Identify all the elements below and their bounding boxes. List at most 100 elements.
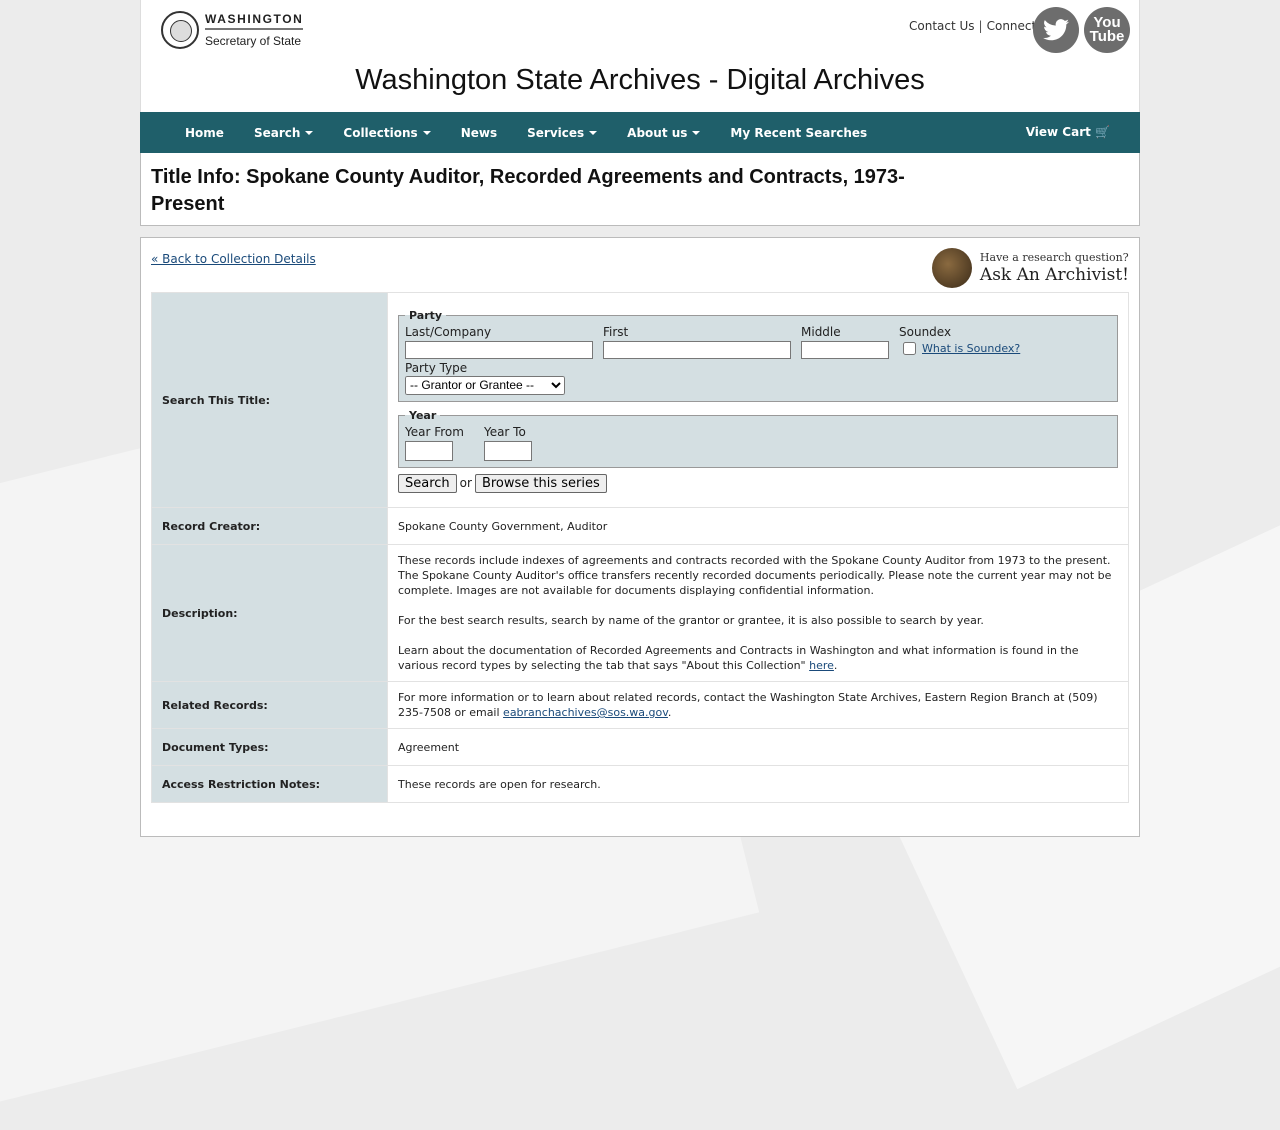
logo-secretary: Secretary of State xyxy=(205,34,302,48)
nav-items: Home Search Collections News Services Ab… xyxy=(185,126,897,140)
nav-about-label: About us xyxy=(627,125,688,140)
year-row: Year From Year To xyxy=(405,425,1111,461)
first-col: First xyxy=(603,325,791,359)
access-restriction-value: These records are open for research. xyxy=(387,765,1129,803)
nav-collections-label: Collections xyxy=(343,125,418,140)
middle-name-input[interactable] xyxy=(801,340,889,359)
twitter-icon[interactable] xyxy=(1033,7,1079,53)
nav-news[interactable]: News xyxy=(461,126,497,140)
main-content: « Back to Collection Details Have a rese… xyxy=(140,237,1140,837)
browse-series-button[interactable]: Browse this series xyxy=(474,473,607,493)
nav-recent-searches[interactable]: My Recent Searches xyxy=(730,126,867,140)
nav-recent-label: My Recent Searches xyxy=(730,125,868,140)
year-from-label: Year From xyxy=(405,424,464,439)
description-paragraph-1: These records include indexes of agreeme… xyxy=(398,554,1112,597)
site-header: WASHINGTON Secretary of State Contact Us… xyxy=(140,0,1140,112)
description-value: These records include indexes of agreeme… xyxy=(387,544,1129,682)
archivist-ask: Ask An Archivist! xyxy=(979,265,1129,285)
sos-logo[interactable]: WASHINGTON Secretary of State xyxy=(161,11,304,49)
last-label: Last/Company xyxy=(405,324,492,339)
here-link[interactable]: here xyxy=(809,659,834,672)
description-label: Description: xyxy=(151,544,388,682)
top-links: Contact Us | Connect: xyxy=(909,19,1040,33)
archive-books-icon xyxy=(931,248,972,288)
search-title-label: Search This Title: xyxy=(151,292,388,508)
page-title: Title Info: Spokane County Auditor, Reco… xyxy=(151,166,905,215)
caret-down-icon xyxy=(422,131,431,135)
table-row: Search This Title: Party Last/Company Fi… xyxy=(151,292,1129,508)
year-from-col: Year From xyxy=(405,425,464,461)
last-company-input[interactable] xyxy=(405,340,593,359)
nav-home[interactable]: Home xyxy=(185,126,224,140)
nav-collections[interactable]: Collections xyxy=(343,125,431,140)
party-type-label: Party Type xyxy=(405,360,468,375)
middle-label: Middle xyxy=(801,324,841,339)
year-from-input[interactable] xyxy=(405,440,453,461)
separator: | xyxy=(978,19,983,33)
description-paragraph-3: Learn about the documentation of Recorde… xyxy=(398,644,1079,672)
back-to-collection-link[interactable]: « Back to Collection Details xyxy=(151,252,316,266)
logo-washington: WASHINGTON xyxy=(205,13,304,30)
year-to-col: Year To xyxy=(483,424,532,461)
title-info-table: Search This Title: Party Last/Company Fi… xyxy=(151,292,1129,803)
year-to-label: Year To xyxy=(483,424,526,439)
main-nav: Home Search Collections News Services Ab… xyxy=(140,112,1140,153)
middle-col: Middle xyxy=(801,325,889,359)
nav-services-label: Services xyxy=(527,125,585,140)
table-row: Related Records: For more information or… xyxy=(151,681,1129,729)
table-row: Record Creator: Spokane County Governmen… xyxy=(151,507,1129,545)
title-box: Title Info: Spokane County Auditor, Reco… xyxy=(140,153,1140,226)
email-link[interactable]: eabranchachives@sos.wa.gov xyxy=(503,706,668,719)
soundex-control: What is Soundex? xyxy=(899,341,1020,356)
caret-down-icon xyxy=(692,131,701,135)
nav-search[interactable]: Search xyxy=(253,125,314,140)
site-title: Washington State Archives - Digital Arch… xyxy=(355,64,925,96)
nav-news-label: News xyxy=(460,125,498,140)
soundex-col: Soundex What is Soundex? xyxy=(899,325,1020,359)
nav-services[interactable]: Services xyxy=(527,125,598,140)
nav-search-label: Search xyxy=(253,125,301,140)
nav-home-label: Home xyxy=(185,125,224,140)
or-text: or xyxy=(459,475,472,490)
caret-down-icon xyxy=(589,131,598,135)
table-row: Access Restriction Notes: These records … xyxy=(151,765,1129,803)
caret-down-icon xyxy=(305,131,314,135)
page: WASHINGTON Secretary of State Contact Us… xyxy=(140,0,1140,837)
what-is-soundex-link[interactable]: What is Soundex? xyxy=(922,341,1020,356)
record-creator-label: Record Creator: xyxy=(151,507,388,545)
youtube-label: You Tube xyxy=(1089,13,1125,45)
party-legend: Party xyxy=(409,308,443,322)
last-col: Last/Company xyxy=(405,325,593,359)
first-label: First xyxy=(603,324,629,339)
contact-us-link[interactable]: Contact Us xyxy=(909,19,975,33)
year-fieldset: Year Year From Year To xyxy=(398,407,1118,468)
nav-about[interactable]: About us xyxy=(627,125,701,140)
search-actions: Search or Browse this series xyxy=(398,473,1118,493)
archivist-question: Have a research question? xyxy=(979,251,1129,264)
soundex-checkbox[interactable] xyxy=(903,341,916,355)
search-form: Party Last/Company First Middle Soundex … xyxy=(387,292,1129,508)
record-creator-value: Spokane County Government, Auditor xyxy=(387,507,1129,545)
document-types-label: Document Types: xyxy=(151,728,388,766)
document-types-value: Agreement xyxy=(387,728,1129,766)
party-type-select[interactable]: -- Grantor or Grantee -- xyxy=(405,375,565,395)
ask-archivist-banner[interactable]: Have a research question? Ask An Archivi… xyxy=(931,248,1129,288)
party-fieldset: Party Last/Company First Middle Soundex … xyxy=(398,307,1118,402)
year-to-input[interactable] xyxy=(483,440,532,461)
related-records-value: For more information or to learn about r… xyxy=(387,681,1129,729)
view-cart-link[interactable]: View Cart 🛒 xyxy=(1026,125,1110,139)
search-button[interactable]: Search xyxy=(398,473,457,493)
soundex-label: Soundex xyxy=(899,324,952,339)
first-name-input[interactable] xyxy=(603,340,791,359)
access-restriction-label: Access Restriction Notes: xyxy=(151,765,388,803)
archivist-text: Have a research question? Ask An Archivi… xyxy=(980,251,1129,285)
table-row: Description: These records include index… xyxy=(151,544,1129,682)
youtube-icon[interactable]: You Tube xyxy=(1084,7,1130,53)
year-legend: Year xyxy=(409,408,437,422)
party-type-col: Party Type -- Grantor or Grantee -- xyxy=(405,361,1101,395)
description-paragraph-2: For the best search results, search by n… xyxy=(398,614,984,627)
description-paragraph-3-text: Learn about the documentation of Recorde… xyxy=(398,644,1079,672)
logo-text: WASHINGTON Secretary of State xyxy=(205,13,304,48)
state-seal-icon xyxy=(161,11,199,49)
table-row: Document Types: Agreement xyxy=(151,728,1129,766)
